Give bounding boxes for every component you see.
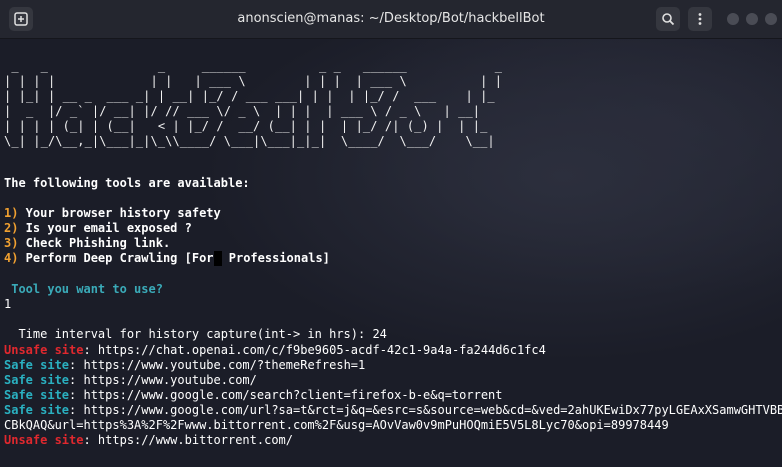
result-url: : https://www.google.com/url?sa=t&rct=j&… [69, 403, 782, 417]
menu-item: 4) Perform Deep Crawling [For Profession… [4, 251, 330, 266]
unsafe-status: Unsafe site [4, 433, 84, 447]
banner-line: _ _ _ ______ _ _ ______ _ [4, 59, 525, 73]
result-row: Safe site: https://www.google.com/url?sa… [4, 403, 782, 418]
menu-label-tail: Professionals] [221, 251, 330, 265]
safe-status: Safe site [4, 388, 70, 402]
menu-item: 1) Your browser history safety [4, 206, 221, 221]
intro-text: The following tools are available: [4, 176, 250, 190]
safe-status: Safe site [4, 358, 70, 372]
kebab-menu-icon[interactable] [688, 7, 712, 31]
result-url: : https://www.youtube.com/ [69, 373, 257, 387]
result-url: : https://www.youtube.com/?themeRefresh=… [69, 358, 366, 372]
result-url: : https://www.google.com/search?client=f… [69, 388, 503, 402]
banner-line: | | | | (_| | (__| < | |_/ / __/ (__| | … [4, 119, 495, 133]
result-row: Safe site: https://www.google.com/search… [4, 388, 503, 403]
menu-number: 4) [4, 251, 19, 265]
minimize-button[interactable] [727, 13, 739, 25]
menu-item: 2) Is your email exposed ? [4, 221, 192, 236]
result-row: Unsafe site: https://www.bittorrent.com/ [4, 433, 293, 448]
menu-label: Is your email exposed ? [18, 221, 192, 235]
banner-line: \_| |_/\__,_|\___|_|\_\\____/ \___|\___|… [4, 134, 495, 148]
result-row: Safe site: https://www.youtube.com/ [4, 373, 257, 388]
result-url: : https://www.bittorrent.com/ [83, 433, 293, 447]
menu-number: 2) [4, 221, 19, 235]
prompt-text: Tool you want to use? [4, 282, 163, 296]
result-row: Unsafe site: https://chat.openai.com/c/f… [4, 343, 546, 358]
menu-label: Perform Deep Crawling [For [18, 251, 214, 265]
search-icon[interactable] [656, 7, 680, 31]
safe-status: Safe site [4, 373, 70, 387]
menu-number: 3) [4, 236, 19, 250]
user-input[interactable]: 1 [4, 297, 11, 312]
banner-line: | |_| | __ _ ___ _| | __| |_/ / ___ ___|… [4, 89, 503, 103]
banner-line: | | | | | | | ___ \ | | | | ___ \ | | [4, 74, 517, 88]
safe-status: Safe site [4, 403, 70, 417]
close-button[interactable] [765, 13, 777, 25]
wrapped-url: CBkQAQ&url=https%3A%2F%2Fwww.bittorrent.… [4, 418, 669, 432]
menu-label: Check Phishing link. [18, 236, 171, 250]
interval-line: Time interval for history capture(int-> … [4, 327, 387, 341]
maximize-button[interactable] [746, 13, 758, 25]
unsafe-status: Unsafe site [4, 343, 84, 357]
banner-line: | _ |/ _` |/ __| |/ // ___ \/ _ \ | | | … [4, 104, 481, 118]
menu-label: Your browser history safety [18, 206, 221, 220]
result-row: Safe site: https://www.youtube.com/?them… [4, 358, 365, 373]
redaction-block [213, 251, 222, 266]
menu-number: 1) [4, 206, 19, 220]
menu-item: 3) Check Phishing link. [4, 236, 170, 251]
title-bar: anonscien@manas: ~/Desktop/Bot/hackbellB… [0, 0, 782, 39]
terminal-output[interactable]: _ _ _ ______ _ _ ______ _ | | | | | | | … [0, 39, 782, 467]
result-url: : https://chat.openai.com/c/f9be9605-acd… [83, 343, 546, 357]
